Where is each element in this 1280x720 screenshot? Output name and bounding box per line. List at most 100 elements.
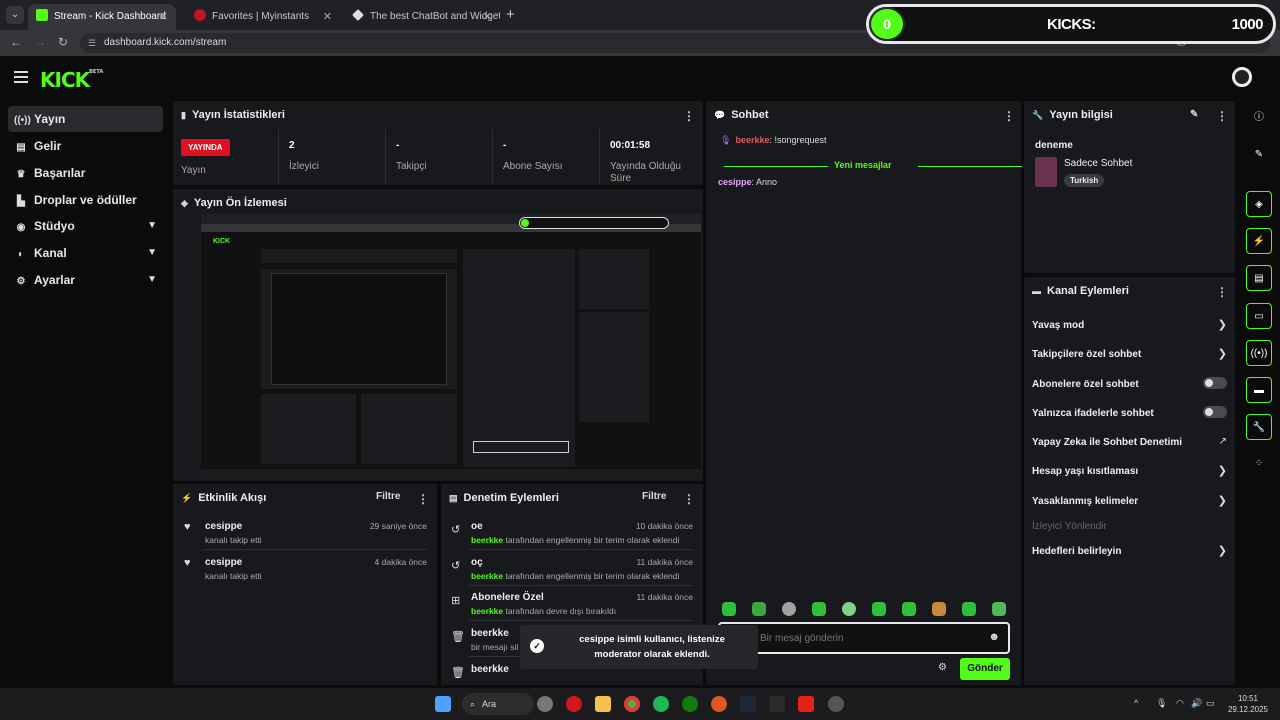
emote-icon[interactable] [902,602,916,616]
moderation-user[interactable]: beerkke [471,628,509,639]
sidebar-item-settings[interactable]: ⚙ Ayarlar ▼ [8,267,163,293]
actions-rail-icon[interactable]: ▬ [1246,377,1272,403]
new-messages-divider[interactable]: Yeni mesajlar [724,160,1022,172]
wrench-rail-icon[interactable]: 🔧 [1246,414,1272,440]
sidebar-item-studio[interactable]: ◉ Stüdyo ▼ [8,213,163,239]
emote-icon[interactable] [842,602,856,616]
tab-chatbot[interactable]: The best ChatBot and Widgets ✕ [344,4,500,30]
new-tab-icon[interactable]: + [506,6,515,23]
chat-username[interactable]: beerkke [735,135,769,145]
subscribers-only-toggle[interactable] [1203,377,1227,389]
tab-kick-dashboard[interactable]: Stream - Kick Dashboard ✕ [28,4,176,30]
emote-icon[interactable] [872,602,886,616]
windows-start-icon[interactable] [435,696,451,712]
sidebar-item-achievements[interactable]: ♛ Başarılar [8,160,163,186]
taskbar-clock[interactable]: 10:51 29.12.2025 [1222,693,1274,715]
microphone-icon[interactable]: 🎙 [1156,698,1167,709]
moderation-desc: beerkke tarafından devre dışı bırakıldı [471,606,616,616]
back-icon[interactable]: ← [10,35,22,49]
activity-user[interactable]: cesippe [205,521,242,532]
broadcast-icon: ((•)) [14,115,31,126]
file-explorer-icon[interactable] [595,696,611,712]
check-icon: ✓ [530,639,544,653]
chat-rail-icon[interactable]: ▭ [1246,303,1272,329]
emote-icon[interactable] [782,602,796,616]
lightning-rail-icon[interactable]: ⚡ [1246,228,1272,254]
user-avatar[interactable] [1232,67,1252,87]
sidebar-item-channel[interactable]: ◐ Kanal ▼ [8,240,163,266]
battery-icon[interactable]: ▭ [1206,698,1215,709]
close-tab-icon[interactable]: ✕ [323,4,332,30]
preview-toggle-icon[interactable]: ◈ [1246,191,1272,217]
emote-icon[interactable] [752,602,766,616]
close-tab-icon[interactable]: ✕ [159,4,168,30]
emote-icon[interactable] [722,602,736,616]
chrome-icon[interactable] [624,696,640,712]
emote-icon[interactable] [932,602,946,616]
sidebar-item-stream[interactable]: ((•)) Yayın [8,106,163,132]
layout-icon[interactable]: ⁘ [1246,451,1272,477]
emoji-icon[interactable]: ☻ [988,631,1000,643]
language-tag[interactable]: Turkish [1064,174,1105,187]
emote-icon[interactable] [812,602,826,616]
chat-settings-icon[interactable]: ⚙ [938,662,947,673]
opera-gx-icon[interactable] [566,696,582,712]
mic-icon: 🎙 [720,135,732,145]
edit-icon[interactable]: ✎ [1190,109,1198,120]
forward-icon[interactable]: → [34,35,46,49]
wifi-icon[interactable]: ◠ [1176,698,1184,709]
site-info-icon[interactable]: ☰ [88,33,96,53]
broadcast-rail-icon[interactable]: ((•)) [1246,340,1272,366]
steam-icon[interactable] [740,696,756,712]
tray-chevron-icon[interactable]: ^ [1134,698,1138,708]
tab-myinstants[interactable]: Favorites | Myinstants ✕ [186,4,340,30]
undo-icon[interactable]: ↺ [451,523,460,536]
sidebar-item-revenue[interactable]: ▤ Gelir [8,133,163,159]
sidebar-item-drops[interactable]: ▙ Droplar ve ödüller [8,187,163,213]
obs-icon[interactable] [828,696,844,712]
menu-icon[interactable] [14,71,28,83]
volume-icon[interactable]: 🔊 [1191,698,1202,709]
stat-value: 2 [289,140,295,151]
emote-icon[interactable] [992,602,1006,616]
undo-icon[interactable]: ↺ [451,559,460,572]
moderation-actor[interactable]: beerkke [471,571,503,581]
kebab-menu-icon[interactable]: ⋮ [1216,109,1228,123]
info-icon[interactable]: ⓘ [1246,105,1272,131]
category-name[interactable]: Sadece Sohbet [1064,158,1132,169]
app-icon[interactable] [711,696,727,712]
moderation-filter-button[interactable]: Filtre [642,491,666,502]
kebab-menu-icon[interactable]: ⋮ [1216,285,1228,299]
xbox-icon[interactable] [682,696,698,712]
taskbar-search[interactable]: ⌕ Ara [462,693,534,715]
activity-filter-button[interactable]: Filtre [376,491,400,502]
chat-username[interactable]: cesippe [718,177,752,187]
close-tab-icon[interactable]: ✕ [483,4,492,30]
kebab-menu-icon[interactable]: ⋮ [683,492,695,506]
activity-user[interactable]: cesippe [205,557,242,568]
emote-icon[interactable] [962,602,976,616]
kick-logo[interactable]: KICKBETA [40,68,103,92]
panel-title: 💬 Sohbet [714,109,769,121]
moderation-actor[interactable]: beerkke [471,535,503,545]
pencil-icon[interactable]: ✎ [1246,142,1272,168]
sidebar-item-label: Kanal [34,246,67,260]
widget-icon[interactable] [537,696,553,712]
kebab-menu-icon[interactable]: ⋮ [1003,109,1015,123]
chat-input[interactable]: Bir mesaj gönderin ☻ [718,622,1010,654]
moderation-actor[interactable]: beerkke [471,606,503,616]
category-thumbnail[interactable] [1035,157,1057,187]
spotify-icon[interactable] [653,696,669,712]
stream-preview-video[interactable]: KICK [201,214,701,479]
moderation-time: 11 dakika önce [636,557,693,567]
epic-games-icon[interactable] [769,696,785,712]
send-button[interactable]: Gönder [960,658,1010,680]
tab-list-chevron-icon[interactable]: ⌄ [6,6,24,24]
document-rail-icon[interactable]: ▤ [1246,265,1272,291]
moderation-user[interactable]: beerkke [471,664,509,675]
kebab-menu-icon[interactable]: ⋮ [683,109,695,123]
emote-only-toggle[interactable] [1203,406,1227,418]
reload-icon[interactable]: ↻ [58,35,68,49]
youtube-icon[interactable] [798,696,814,712]
kebab-menu-icon[interactable]: ⋮ [417,492,429,506]
